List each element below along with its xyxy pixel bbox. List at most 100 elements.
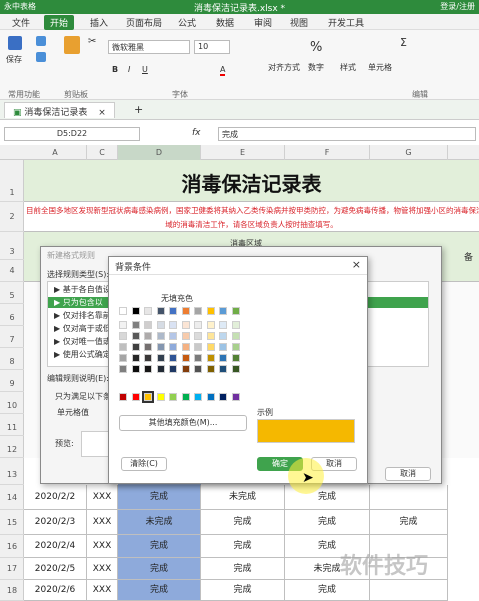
row-header[interactable]: 11 (0, 414, 24, 436)
color-swatch[interactable] (219, 343, 227, 351)
color-swatch[interactable] (194, 343, 202, 351)
color-swatch[interactable] (181, 393, 190, 401)
color-swatch[interactable] (156, 354, 165, 362)
rule-cancel-button[interactable]: 取消 (385, 467, 431, 481)
row-header[interactable]: 9 (0, 370, 24, 392)
cell-e[interactable]: 完成 (201, 535, 285, 558)
cell-d[interactable]: 完成 (118, 558, 201, 580)
color-swatch[interactable] (169, 307, 177, 315)
row-header[interactable]: 10 (0, 392, 24, 414)
color-swatch[interactable] (181, 343, 190, 351)
color-swatch[interactable] (194, 307, 202, 315)
color-swatch[interactable] (119, 365, 127, 373)
color-swatch[interactable] (131, 332, 140, 340)
color-swatch[interactable] (231, 393, 240, 401)
color-swatch[interactable] (231, 332, 240, 340)
sum-icon[interactable]: Σ (400, 36, 407, 49)
color-swatch[interactable] (169, 393, 177, 401)
color-swatch[interactable] (206, 365, 215, 373)
col-header-c[interactable]: C (87, 145, 118, 160)
row-header[interactable]: 16 (0, 535, 24, 558)
color-swatch[interactable] (169, 321, 177, 329)
cell-person[interactable]: XXX (87, 558, 118, 580)
cell-d[interactable]: 完成 (118, 580, 201, 601)
row-header[interactable]: 1 (0, 160, 24, 202)
color-swatch[interactable] (169, 343, 177, 351)
font-name-select[interactable]: 微软雅黑 (108, 40, 190, 54)
cell-d[interactable]: 完成 (118, 535, 201, 558)
notice-cell[interactable]: 目前全国多地区发现新型冠状病毒感染病例，国家卫健委将其纳入乙类传染病并按甲类防控… (24, 202, 479, 232)
color-swatch[interactable] (219, 365, 227, 373)
close-tab-icon[interactable]: × (98, 108, 106, 118)
color-swatch[interactable] (119, 354, 127, 362)
name-box[interactable]: D5:D22 (4, 127, 140, 141)
color-swatch[interactable] (219, 354, 227, 362)
undo-icon[interactable] (36, 36, 46, 46)
italic-button[interactable]: I (128, 65, 130, 74)
col-header-e[interactable]: E (201, 145, 285, 160)
color-swatch[interactable] (181, 321, 190, 329)
cell-person[interactable]: XXX (87, 580, 118, 601)
color-swatch[interactable] (119, 332, 127, 340)
row-header[interactable]: 12 (0, 436, 24, 458)
color-swatch[interactable] (219, 393, 227, 401)
row-header[interactable]: 14 (0, 485, 24, 510)
cell-g[interactable]: 完成 (370, 510, 448, 535)
cell-f[interactable]: 完成 (285, 580, 370, 601)
save-icon[interactable] (8, 36, 22, 50)
color-swatch[interactable] (144, 354, 152, 362)
color-swatch[interactable] (194, 393, 202, 401)
cell-d[interactable]: 完成 (118, 485, 201, 510)
cell-e[interactable]: 未完成 (201, 485, 285, 510)
menu-page-layout[interactable]: 页面布局 (126, 16, 162, 29)
color-swatch[interactable] (119, 307, 127, 315)
clear-button[interactable]: 清除(C) (121, 457, 167, 471)
color-swatch[interactable] (231, 307, 240, 315)
font-color-button[interactable]: A (220, 65, 226, 76)
font-size-select[interactable]: 10 (194, 40, 230, 54)
underline-button[interactable]: U (142, 65, 148, 74)
sheet-title-cell[interactable]: 消毒保洁记录表 (24, 160, 479, 202)
user-login[interactable]: 登录/注册 (440, 1, 475, 12)
menu-data[interactable]: 数据 (216, 16, 234, 29)
cell-e[interactable]: 完成 (201, 510, 285, 535)
color-swatch[interactable] (219, 307, 227, 315)
cut-icon[interactable]: ✂ (88, 36, 96, 47)
color-swatch[interactable] (231, 343, 240, 351)
menu-file[interactable]: 文件 (12, 16, 30, 29)
color-swatch[interactable] (169, 365, 177, 373)
paste-icon[interactable] (64, 36, 80, 54)
color-swatch[interactable] (131, 343, 140, 351)
col-header-a[interactable]: A (24, 145, 87, 160)
color-swatch[interactable] (156, 393, 165, 401)
cell-person[interactable]: XXX (87, 485, 118, 510)
row-header[interactable]: 6 (0, 304, 24, 326)
color-swatch[interactable] (181, 332, 190, 340)
cell-g[interactable] (370, 580, 448, 601)
color-swatch[interactable] (194, 332, 202, 340)
cell-date[interactable]: 2020/2/3 (24, 510, 87, 535)
menu-formula[interactable]: 公式 (178, 16, 196, 29)
cell-f[interactable]: 完成 (285, 510, 370, 535)
menu-view[interactable]: 视图 (290, 16, 308, 29)
color-swatch[interactable] (181, 354, 190, 362)
close-icon[interactable]: × (352, 258, 361, 271)
color-swatch[interactable] (219, 332, 227, 340)
fx-icon[interactable]: fx (192, 128, 201, 138)
color-swatch[interactable] (219, 321, 227, 329)
bold-button[interactable]: B (112, 65, 118, 74)
col-header-g[interactable]: G (370, 145, 448, 160)
cell-value-select[interactable]: 单元格值 (57, 407, 89, 418)
formula-input[interactable]: 完成 (218, 127, 476, 141)
menu-insert[interactable]: 插入 (90, 16, 108, 29)
cell-person[interactable]: XXX (87, 535, 118, 558)
row-header[interactable]: 17 (0, 558, 24, 580)
align-button[interactable]: 对齐方式 (268, 62, 300, 73)
row-header[interactable]: 2 (0, 202, 24, 232)
color-swatch[interactable] (206, 332, 215, 340)
color-swatch[interactable] (181, 365, 190, 373)
redo-icon[interactable] (36, 52, 46, 62)
row-header[interactable]: 4 (0, 260, 24, 282)
color-swatch[interactable] (156, 321, 165, 329)
color-swatch[interactable] (144, 343, 152, 351)
